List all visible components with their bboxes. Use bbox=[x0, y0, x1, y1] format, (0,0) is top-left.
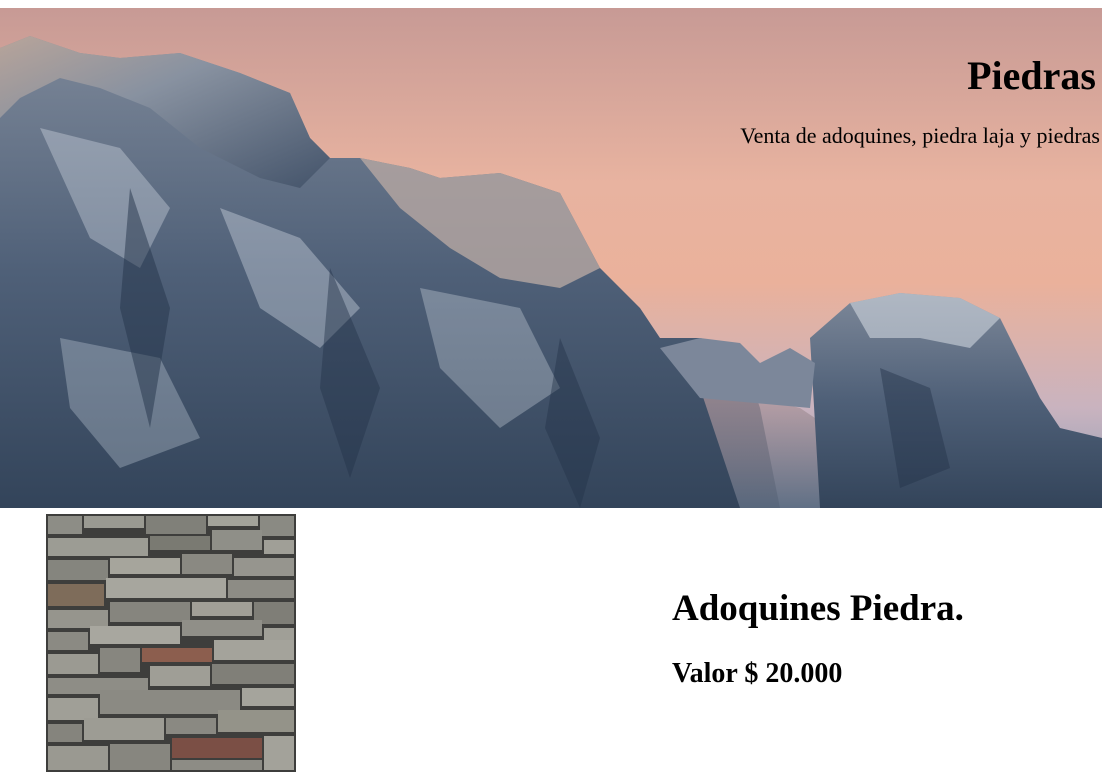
stone-wall-image bbox=[46, 514, 296, 772]
page: Piedras Venta de adoquines, piedra laja … bbox=[0, 0, 1102, 772]
product-image bbox=[46, 514, 296, 772]
page-title: Piedras bbox=[967, 53, 1096, 98]
mountain-background-image bbox=[0, 36, 1102, 508]
hero-banner: Piedras Venta de adoquines, piedra laja … bbox=[0, 8, 1102, 508]
product-name: Adoquines Piedra. bbox=[672, 588, 964, 629]
page-subtitle: Venta de adoquines, piedra laja y piedra… bbox=[740, 123, 1100, 148]
product-price: Valor $ 20.000 bbox=[672, 658, 843, 689]
